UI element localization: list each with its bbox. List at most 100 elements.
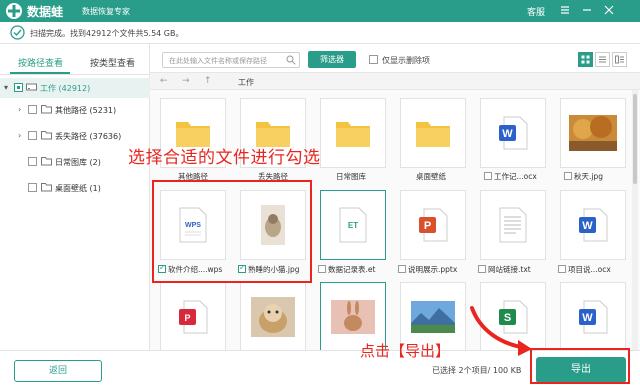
folder-icon: [41, 157, 52, 166]
frog-logo-icon: [6, 3, 22, 19]
file-name: 数据记录表.et: [318, 264, 398, 278]
txt-icon: [499, 207, 527, 243]
detail-view-button[interactable]: [612, 52, 627, 67]
file-checkbox[interactable]: [484, 172, 492, 180]
tab-by-path[interactable]: 按路径查看: [18, 56, 63, 69]
forward-arrow-icon[interactable]: →: [182, 76, 190, 86]
svg-text:P: P: [184, 313, 190, 323]
file-tile[interactable]: [400, 98, 466, 168]
tree-item-label: 工作 (42912): [40, 84, 91, 93]
drive-icon: [26, 83, 37, 91]
tree-item-label: 桌面壁纸 (1): [55, 184, 101, 193]
tree-item-label: 日常图库 (2): [55, 158, 101, 167]
filter-button[interactable]: 筛选器: [308, 51, 356, 68]
folder-icon: [336, 122, 370, 147]
word-doc-icon: W: [499, 116, 528, 150]
menu-icon[interactable]: [558, 3, 572, 17]
breadcrumb[interactable]: 工作: [238, 77, 254, 88]
search-placeholder: 在此处输入文件名称或保存路径: [169, 57, 267, 65]
selection-highlight-box: [152, 180, 312, 283]
file-name-text: 项目说...ocx: [568, 265, 611, 274]
tree-checkbox[interactable]: [14, 83, 23, 92]
tree-item-other-paths[interactable]: › 其他路径 (5231): [0, 100, 150, 120]
path-navigation-bar: ← → ↑ 工作: [150, 72, 640, 90]
sidebar: 按路径查看 按类型查看 ▾ 工作 (42912) › 其他路径 (5231) ›…: [0, 44, 150, 350]
red-arrow-icon: [470, 306, 532, 356]
scrollbar-thumb[interactable]: [633, 94, 637, 184]
search-input[interactable]: 在此处输入文件名称或保存路径: [162, 52, 300, 68]
file-tile[interactable]: [240, 282, 306, 350]
tab-by-type[interactable]: 按类型查看: [90, 56, 135, 69]
svg-text:W: W: [582, 312, 593, 324]
back-arrow-icon[interactable]: ←: [160, 76, 168, 86]
search-icon[interactable]: [286, 55, 296, 65]
file-name: 工作记...ocx: [484, 171, 564, 185]
show-deleted-label: 仅显示删除项: [382, 56, 430, 65]
file-name-text: 数据记录表.et: [328, 265, 376, 274]
show-deleted-checkbox[interactable]: [369, 55, 378, 64]
customer-service-link[interactable]: 客服: [527, 5, 545, 18]
vertical-scrollbar[interactable]: [632, 90, 638, 350]
grid-view-button[interactable]: [578, 52, 593, 67]
file-checkbox[interactable]: [478, 265, 486, 273]
file-checkbox[interactable]: [558, 265, 566, 273]
tree-checkbox[interactable]: [28, 131, 37, 140]
tree-checkbox[interactable]: [28, 157, 37, 166]
svg-text:P: P: [424, 220, 431, 232]
chevron-right-icon[interactable]: ›: [18, 131, 26, 141]
file-tile[interactable]: P: [400, 190, 466, 260]
svg-text:ET: ET: [348, 221, 358, 230]
file-name: 秋天.jpg: [564, 171, 640, 185]
folder-icon: [41, 105, 52, 114]
word-doc-icon: W: [579, 208, 608, 242]
file-tile[interactable]: W: [560, 190, 626, 260]
folder-icon: [416, 122, 450, 147]
folder-icon: [41, 131, 52, 140]
minimize-icon[interactable]: [580, 3, 594, 17]
check-circle-icon: [10, 25, 25, 40]
detail-view-icon: [615, 55, 624, 64]
et-spreadsheet-icon: ET: [339, 207, 367, 243]
grid-view-icon: [581, 55, 590, 64]
file-tile[interactable]: P: [160, 282, 226, 350]
file-tile[interactable]: ET: [320, 190, 386, 260]
landscape-photo-thumbnail: [411, 301, 455, 333]
export-highlight-box: [530, 348, 630, 384]
folder-icon: [41, 183, 52, 192]
file-name: 说明展示.pptx: [398, 264, 478, 278]
close-icon[interactable]: [602, 3, 616, 17]
export-hint-annotation: 点击【导出】: [360, 342, 451, 360]
file-tile[interactable]: [560, 98, 626, 168]
app-subtitle: 数据恢复专家: [82, 7, 130, 16]
tree-item-label: 丢失路径 (37636): [55, 132, 122, 141]
file-name-text: 网站链接.txt: [488, 265, 531, 274]
scan-result-text: 扫描完成。找到42912个文件共5.54 GB。: [30, 29, 184, 38]
tree-checkbox[interactable]: [28, 183, 37, 192]
tree-item-work[interactable]: ▾ 工作 (42912): [0, 78, 150, 98]
autumn-photo-thumbnail: [569, 115, 617, 151]
file-tile[interactable]: W: [560, 282, 626, 350]
file-checkbox[interactable]: [318, 265, 326, 273]
file-name-text: 说明展示.pptx: [408, 265, 458, 274]
tree-checkbox[interactable]: [28, 105, 37, 114]
file-checkbox[interactable]: [398, 265, 406, 273]
file-tile[interactable]: W: [480, 98, 546, 168]
file-name: 日常图库: [336, 172, 366, 181]
svg-text:W: W: [502, 128, 513, 140]
tree-item-label: 其他路径 (5231): [55, 106, 117, 115]
svg-text:W: W: [582, 220, 593, 232]
file-checkbox[interactable]: [564, 172, 572, 180]
chevron-down-icon[interactable]: ▾: [4, 83, 12, 93]
list-view-button[interactable]: [595, 52, 610, 67]
file-tile[interactable]: [480, 190, 546, 260]
up-arrow-icon[interactable]: ↑: [204, 76, 212, 86]
file-name: 项目说...ocx: [558, 264, 638, 278]
file-name: 网站链接.txt: [478, 264, 558, 278]
tree-item-wallpaper[interactable]: 桌面壁纸 (1): [0, 178, 150, 198]
selected-count: 已选择 2个项目/ 100 KB: [432, 366, 522, 375]
file-tile[interactable]: [320, 98, 386, 168]
chevron-right-icon[interactable]: ›: [18, 105, 26, 115]
back-button[interactable]: 返回: [14, 360, 102, 382]
partial-check-mark: [17, 86, 20, 89]
app-name: 数据蛙: [27, 5, 64, 19]
